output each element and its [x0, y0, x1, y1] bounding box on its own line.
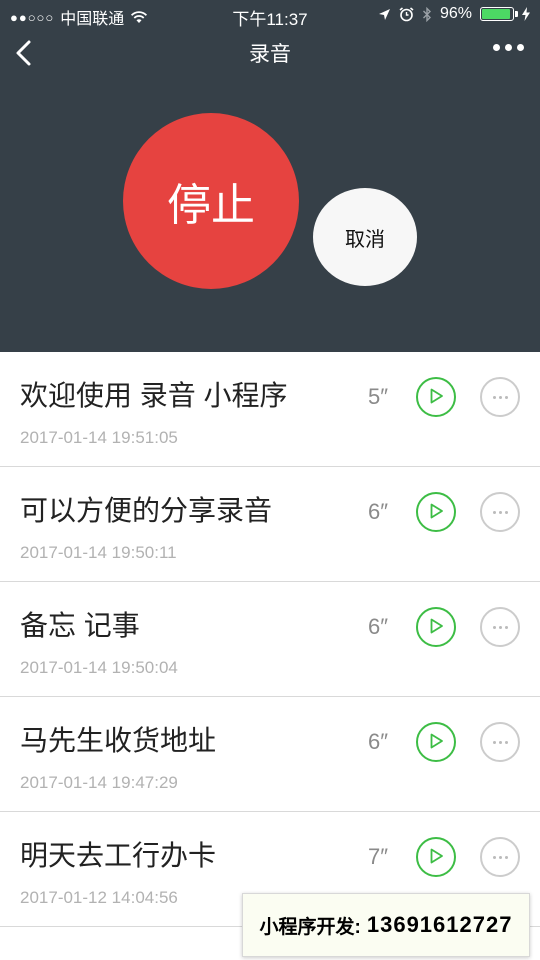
stop-record-button[interactable]: 停止: [123, 113, 299, 289]
navigation-bar: 录音: [0, 30, 540, 74]
recording-item[interactable]: 可以方便的分享录音 2017-01-14 19:50:11 6″: [0, 467, 540, 582]
recording-timestamp: 2017-01-14 19:47:29: [20, 773, 178, 792]
recording-timestamp: 2017-01-14 19:50:04: [20, 658, 178, 677]
recording-more-button[interactable]: [480, 492, 520, 532]
recording-item[interactable]: 备忘 记事 2017-01-14 19:50:04 6″: [0, 582, 540, 697]
recording-duration: 7″: [368, 844, 389, 869]
ellipsis-icon: [492, 510, 496, 514]
ellipsis-icon: [492, 625, 496, 629]
recording-item[interactable]: 马先生收货地址 2017-01-14 19:47:29 6″: [0, 697, 540, 812]
play-button[interactable]: [416, 377, 456, 417]
more-dots-icon: [493, 44, 500, 51]
recording-timestamp: 2017-01-12 14:04:56: [20, 888, 178, 907]
ellipsis-icon: [492, 395, 496, 399]
recorder-header: ●●○○○ 中国联通 下午11:37 96% 录音 停止 取消: [0, 0, 540, 352]
charging-bolt-icon: [522, 7, 530, 21]
location-arrow-icon: [378, 8, 390, 20]
ellipsis-icon: [492, 855, 496, 859]
recording-title: 备忘 记事: [20, 610, 140, 641]
recording-duration: 6″: [368, 499, 389, 524]
play-icon: [430, 733, 443, 749]
play-button[interactable]: [416, 837, 456, 877]
bluetooth-icon: [422, 6, 431, 22]
play-icon: [430, 388, 443, 404]
recording-list: 欢迎使用 录音 小程序 2017-01-14 19:51:05 5″ 可以方便的…: [0, 352, 540, 927]
play-icon: [430, 848, 443, 864]
recording-timestamp: 2017-01-14 19:50:11: [20, 543, 177, 562]
recording-title: 明天去工行办卡: [20, 840, 217, 871]
play-icon: [430, 618, 443, 634]
alarm-clock-icon: [399, 6, 414, 21]
page-title: 录音: [249, 43, 291, 66]
cancel-record-button[interactable]: 取消: [313, 188, 417, 286]
recording-duration: 5″: [368, 384, 389, 409]
recording-title: 可以方便的分享录音: [20, 495, 273, 526]
more-menu-button[interactable]: [493, 44, 524, 51]
recording-title: 马先生收货地址: [20, 725, 217, 756]
promo-phone-number: 13691612727: [366, 912, 513, 937]
battery-percentage: 96%: [439, 5, 472, 22]
recording-more-button[interactable]: [480, 837, 520, 877]
recording-more-button[interactable]: [480, 607, 520, 647]
play-button[interactable]: [416, 492, 456, 532]
promo-banner: 小程序开发: 13691612727: [242, 893, 530, 957]
recording-title: 欢迎使用 录音 小程序: [20, 380, 288, 411]
play-icon: [430, 503, 443, 519]
ellipsis-icon: [492, 740, 496, 744]
play-button[interactable]: [416, 722, 456, 762]
recording-duration: 6″: [368, 729, 389, 754]
recording-item[interactable]: 欢迎使用 录音 小程序 2017-01-14 19:51:05 5″: [0, 352, 540, 467]
status-bar: ●●○○○ 中国联通 下午11:37 96%: [0, 0, 540, 30]
recording-duration: 6″: [368, 614, 389, 639]
recording-more-button[interactable]: [480, 722, 520, 762]
recording-timestamp: 2017-01-14 19:51:05: [20, 428, 178, 447]
recording-more-button[interactable]: [480, 377, 520, 417]
promo-label: 小程序开发:: [259, 916, 361, 938]
play-button[interactable]: [416, 607, 456, 647]
battery-icon: [480, 7, 518, 21]
